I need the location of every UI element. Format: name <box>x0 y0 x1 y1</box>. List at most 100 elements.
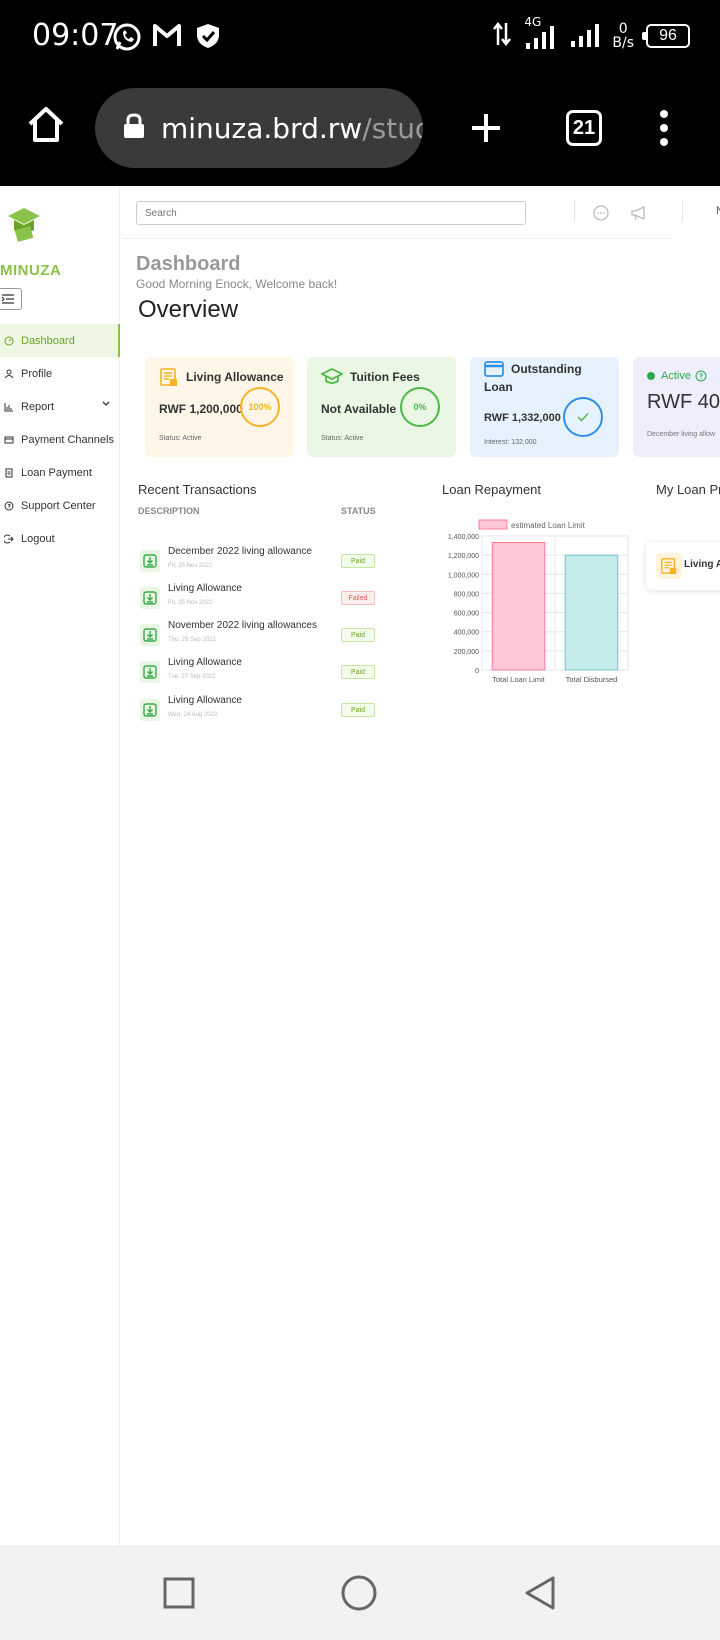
greeting-text: Good Morning Enock, Welcome back! <box>136 277 338 291</box>
active-value: RWF 40,0 <box>647 391 720 413</box>
menu-collapse-icon[interactable] <box>0 288 22 310</box>
url-bar[interactable]: minuza.brd.rw/stude <box>95 88 423 168</box>
user-menu[interactable]: N <box>716 205 720 217</box>
card-status: Status: Active <box>321 435 364 442</box>
sidebar-item-support-center[interactable]: Support Center <box>0 489 120 522</box>
y-tick-label: 200,000 <box>454 649 479 656</box>
status-badge: Paid <box>341 665 375 679</box>
loan-progress-title: My Loan Pr <box>656 482 720 497</box>
page-header: Dashboard Good Morning Enock, Welcome ba… <box>122 238 672 291</box>
download-icon <box>140 550 160 572</box>
sidebar-item-loan-payment[interactable]: Loan Payment <box>0 456 120 489</box>
back-icon[interactable] <box>524 1575 556 1616</box>
sidebar-item-label: Report <box>21 400 55 413</box>
credit-card-icon <box>484 361 504 377</box>
download-icon <box>140 624 160 646</box>
transaction-description: Living Allowance <box>168 583 242 594</box>
sidebar-item-logout[interactable]: Logout <box>0 522 120 555</box>
y-tick-label: 1,400,000 <box>448 534 479 541</box>
transaction-date: Fri, 25 Nov 2022 <box>168 563 213 569</box>
sidebar-item-label: Payment Channels <box>21 433 114 446</box>
transaction-row[interactable]: Living Allowance Wed, 24 Aug 2022 Paid <box>138 695 378 725</box>
chat-icon[interactable] <box>592 204 610 227</box>
transaction-row[interactable]: November 2022 living allowances Thu, 29 … <box>138 620 378 650</box>
tab-switcher-button[interactable]: 21 <box>566 110 602 146</box>
recents-icon[interactable] <box>163 1577 195 1614</box>
document-icon <box>160 368 177 386</box>
living-allowance-card[interactable]: Living Allowance RWF 1,200,000 100% Stat… <box>145 357 294 457</box>
card-interest: Interest: 132,000 <box>484 439 537 446</box>
info-icon[interactable] <box>695 369 707 387</box>
outstanding-loan-card[interactable]: Outstanding Loan RWF 1,332,000 Interest:… <box>470 357 619 457</box>
lock-icon <box>123 112 145 144</box>
transaction-description: November 2022 living allowances <box>168 620 317 631</box>
url-text: minuza.brd.rw/stude <box>161 112 423 145</box>
bar-total-disbursed <box>564 554 619 671</box>
transaction-row[interactable]: Living Allowance Fri, 25 Nov 2022 Failed <box>138 583 378 613</box>
sidebar-item-profile[interactable]: Profile <box>0 357 120 390</box>
card-title: Tuition Fees <box>350 370 420 384</box>
speed-unit: B/s <box>612 35 634 51</box>
home-nav-icon[interactable] <box>341 1575 377 1616</box>
status-time: 09:07 <box>32 18 119 53</box>
status-dot <box>647 372 655 380</box>
check-icon <box>563 397 603 437</box>
top-bar: N <box>122 186 720 238</box>
transaction-date: Fri, 25 Nov 2022 <box>168 600 213 606</box>
status-bar: 09:07 4G 0 B/s 96 <box>0 0 720 70</box>
sidebar-item-label: Loan Payment <box>21 466 92 479</box>
card-value: RWF 1,200,000 <box>159 402 243 416</box>
y-tick-label: 400,000 <box>454 630 479 637</box>
loan-repayment-chart: estimated Loan Limit 0 200,000 400,000 600,0… <box>448 519 629 684</box>
transaction-description: December 2022 living allowance <box>168 546 312 557</box>
megaphone-icon[interactable] <box>630 204 648 227</box>
dashboard-icon <box>4 336 14 345</box>
column-header-description: DESCRIPTION <box>138 506 200 516</box>
browser-toolbar: minuza.brd.rw/stude 21 <box>0 70 720 186</box>
shield-icon <box>195 22 221 55</box>
signal-icon: 4G <box>524 15 558 51</box>
card-value: RWF 1,332,000 <box>484 412 561 424</box>
sidebar-item-report[interactable]: Report <box>0 390 120 423</box>
graduation-cap-icon <box>8 208 40 242</box>
download-icon <box>140 587 160 609</box>
system-navigation-bar <box>0 1546 720 1640</box>
sidebar-item-label: Profile <box>21 367 53 380</box>
chevron-down-icon <box>102 401 110 406</box>
recent-transactions-title: Recent Transactions <box>138 482 257 497</box>
more-menu-icon[interactable] <box>654 108 674 148</box>
sidebar-item-label: Dashboard <box>21 334 75 347</box>
logout-icon <box>4 534 14 543</box>
legend-label: estimated Loan Limit <box>511 521 586 530</box>
sidebar-item-dashboard[interactable]: Dashboard <box>0 324 120 357</box>
bar-total-loan-limit <box>491 542 546 671</box>
transaction-description: Living Allowance <box>168 657 242 668</box>
loan-progress-card[interactable]: Living A <box>646 542 720 590</box>
brand-name: MINUZA <box>0 262 62 279</box>
gmail-icon <box>152 22 182 53</box>
home-icon[interactable] <box>26 104 74 152</box>
card-status: Status: Active <box>159 435 202 442</box>
active-allowance-card[interactable]: Active RWF 40,0 December living allow <box>633 357 720 457</box>
card-title-line2: Loan <box>484 380 513 394</box>
graduation-cap-icon <box>321 368 343 384</box>
transaction-date: Tue, 27 Sep 2022 <box>168 674 216 680</box>
sidebar-item-label: Logout <box>21 532 55 545</box>
y-tick-label: 1,000,000 <box>448 572 479 579</box>
sidebar-item-payment-channels[interactable]: Payment Channels <box>0 423 120 456</box>
y-tick-label: 600,000 <box>454 611 479 618</box>
new-tab-icon[interactable] <box>468 110 504 146</box>
active-note: December living allow <box>647 431 716 438</box>
divider <box>682 200 683 222</box>
x-tick-label: Total Loan Limit <box>492 675 545 684</box>
battery-level: 96 <box>659 27 677 44</box>
url-host: minuza.brd.rw <box>161 111 363 145</box>
search-input[interactable] <box>136 201 526 225</box>
tuition-fees-card[interactable]: Tuition Fees Not Available 0% Status: Ac… <box>307 357 456 457</box>
receipt-icon <box>5 468 13 477</box>
transaction-row[interactable]: Living Allowance Tue, 27 Sep 2022 Paid <box>138 657 378 687</box>
y-tick-label: 1,200,000 <box>448 553 479 560</box>
transaction-row[interactable]: December 2022 living allowance Fri, 25 N… <box>138 546 378 576</box>
status-badge: Paid <box>341 628 375 642</box>
sidebar: MINUZA Dashboard Profile Report Payment … <box>0 186 120 1546</box>
